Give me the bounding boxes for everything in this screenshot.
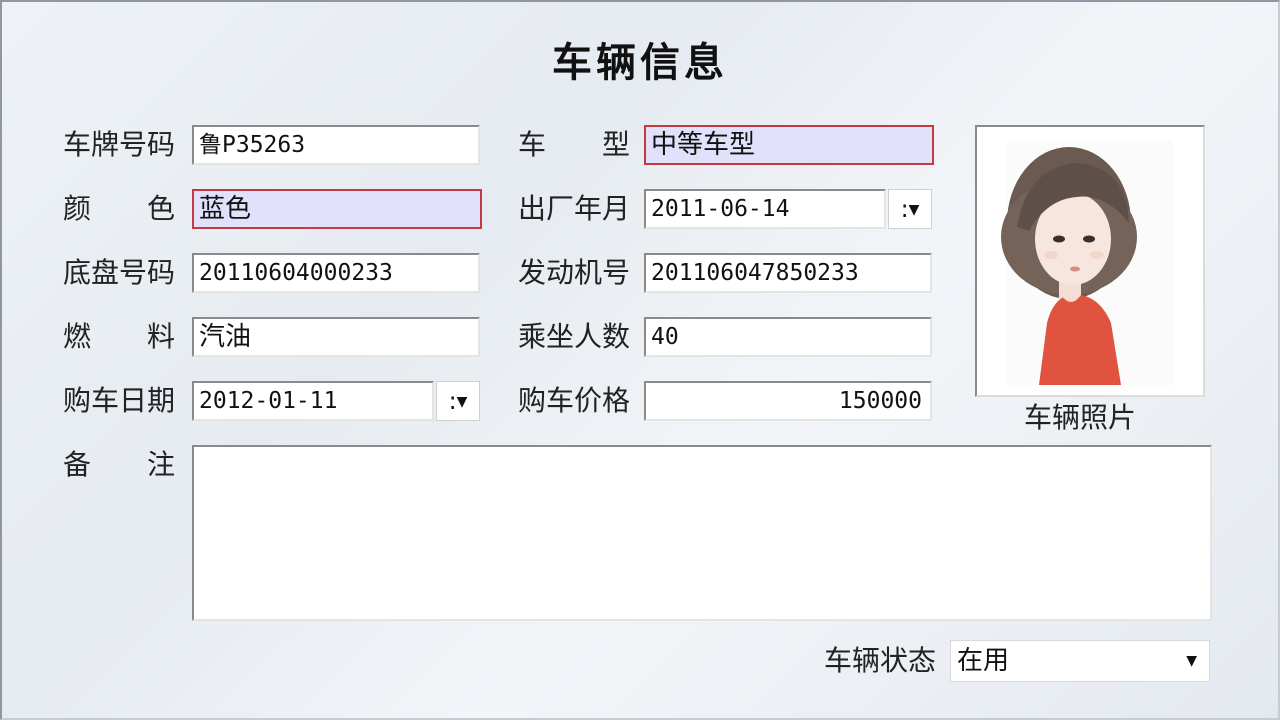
- photo-caption: 车辆照片: [1023, 401, 1136, 434]
- seats-label: 乘坐人数: [518, 320, 631, 353]
- price-label: 购车价格: [518, 384, 631, 417]
- model-label: 车 型: [518, 128, 631, 161]
- price-field[interactable]: 150000: [644, 381, 932, 421]
- chevron-down-icon: ▼: [908, 202, 920, 218]
- date-picker-glyph: :: [900, 195, 909, 223]
- chevron-down-icon: ▼: [456, 394, 468, 410]
- engine-no-field[interactable]: 201106047850233: [644, 253, 932, 293]
- chassis-no-field[interactable]: 20110604000233: [192, 253, 480, 293]
- model-field[interactable]: 中等车型: [644, 125, 934, 165]
- engine-no-label: 发动机号: [518, 256, 631, 289]
- status-value: 在用: [957, 646, 1010, 676]
- plate-label: 车牌号码: [63, 128, 176, 161]
- date-picker-glyph: :: [448, 387, 457, 415]
- status-label: 车辆状态: [824, 644, 937, 677]
- chevron-down-icon: ▼: [1186, 653, 1197, 669]
- vehicle-photo-frame[interactable]: [975, 125, 1205, 397]
- fuel-label: 燃 料: [63, 320, 176, 353]
- seats-field[interactable]: 40: [644, 317, 932, 357]
- manufacture-date-label: 出厂年月: [518, 192, 631, 225]
- purchase-date-field[interactable]: 2012-01-11: [192, 381, 434, 421]
- purchase-date-label: 购车日期: [63, 384, 176, 417]
- remarks-textarea[interactable]: [192, 445, 1212, 621]
- page-title: 车辆信息: [552, 40, 728, 86]
- manufacture-date-field[interactable]: 2011-06-14: [644, 189, 886, 229]
- remarks-label: 备 注: [63, 448, 176, 481]
- portrait-photo: [977, 127, 1203, 395]
- fuel-field[interactable]: 汽油: [192, 317, 480, 357]
- purchase-date-picker-button[interactable]: :▼: [436, 381, 480, 421]
- color-field[interactable]: 蓝色: [192, 189, 482, 229]
- chassis-no-label: 底盘号码: [63, 256, 176, 289]
- plate-field[interactable]: 鲁P35263: [192, 125, 480, 165]
- manufacture-date-picker-button[interactable]: :▼: [888, 189, 932, 229]
- color-label: 颜 色: [63, 192, 176, 225]
- status-select[interactable]: 在用 ▼: [950, 640, 1210, 682]
